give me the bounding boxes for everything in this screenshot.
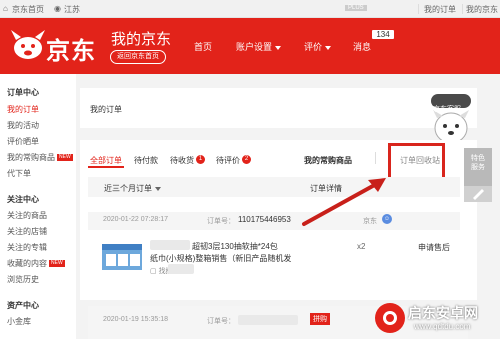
sidebar-item-vault[interactable]: 小金库: [7, 316, 31, 327]
tab-label: 全部订单: [90, 156, 122, 165]
tab-pending-payment[interactable]: 待付款: [134, 155, 158, 166]
nav-messages-label: 消息: [353, 42, 372, 52]
tab-label: 待收货: [170, 156, 194, 165]
orders-header-panel: 我的订单: [80, 88, 477, 128]
nav-home-label: 首页: [194, 42, 213, 52]
sidebar-section-follow: 关注中心: [7, 195, 39, 204]
time-filter-dropdown[interactable]: 近三个月订单: [104, 183, 161, 194]
product-title[interactable]: 超韧3层130抽软抽*24包: [192, 241, 278, 252]
back-home-button[interactable]: 返回京东首页: [110, 50, 166, 64]
active-tab-indicator: [88, 166, 124, 168]
page-title: 我的订单: [90, 105, 122, 114]
tab-pending-receipt[interactable]: 待收货 1: [170, 155, 205, 166]
count-badge: 2: [242, 155, 251, 164]
topbar-home-link[interactable]: 京东首页: [12, 4, 44, 15]
my-jd-title: 我的京东: [111, 31, 172, 48]
sidebar-item-followed-albums[interactable]: 关注的专辑: [7, 242, 47, 253]
nav-reviews[interactable]: 评价: [304, 40, 332, 53]
count-badge: 1: [196, 155, 205, 164]
sidebar-item-proxy-order[interactable]: 代下单: [7, 168, 31, 179]
watermark-logo-icon: [375, 303, 405, 333]
frequent-products-link[interactable]: 我的常购商品: [304, 155, 352, 166]
order-number-label: 订单号：: [207, 218, 235, 225]
sidebar-item-label: 收藏的内容: [7, 259, 47, 268]
nav-home[interactable]: 首页: [194, 40, 212, 53]
feedback-button[interactable]: [464, 186, 492, 202]
sidebar-item-frequent[interactable]: 我的常购商品 NEW: [7, 152, 73, 163]
order-number-label: 订单号：: [207, 318, 235, 325]
home-icon[interactable]: ⌂: [3, 4, 8, 13]
sidebar: 订单中心 我的订单 我的活动 评价晒单 我的常购商品 NEW 代下单 关注中心 关…: [0, 74, 76, 339]
order-number[interactable]: 110175446953: [238, 215, 291, 224]
nav-account-settings[interactable]: 账户设置: [236, 40, 282, 53]
customer-service-label[interactable]: 京东客服: [433, 104, 461, 114]
blurred-text: [168, 264, 194, 274]
chevron-down-icon: [325, 45, 332, 50]
chevron-down-icon: [275, 45, 282, 50]
divider: [418, 4, 419, 14]
sidebar-item-followed-products[interactable]: 关注的商品: [7, 210, 47, 221]
quantity: x2: [357, 242, 366, 251]
sidebar-item-my-orders[interactable]: 我的订单: [7, 104, 39, 115]
order-date: 2020-01-19 15:35:18: [103, 316, 168, 323]
sidebar-item-reviews[interactable]: 评价晒单: [7, 136, 39, 147]
tab-label: 待评价: [216, 156, 240, 165]
plus-badge[interactable]: PLUS: [345, 5, 367, 11]
jd-logo-text[interactable]: 京东: [46, 31, 96, 66]
apply-after-sale-link[interactable]: 申请售后: [418, 242, 450, 253]
time-filter-label: 近三个月订单: [104, 184, 152, 193]
nav-messages[interactable]: 消息: [353, 40, 371, 53]
blurred-text: [238, 315, 298, 325]
tissue-product-image[interactable]: [100, 238, 144, 274]
sidebar-item-collected[interactable]: 收藏的内容 NEW: [7, 258, 65, 269]
top-bar: ⌂ 京东首页 ◉ 江苏 PLUS 我的订单 我的京东: [0, 0, 500, 18]
sidebar-item-followed-shops[interactable]: 关注的店铺: [7, 226, 47, 237]
nav-reviews-label: 评价: [304, 42, 323, 52]
new-badge: NEW: [49, 260, 65, 268]
tab-pending-review[interactable]: 待评价 2: [216, 155, 251, 166]
sidebar-item-my-activity[interactable]: 我的活动: [7, 120, 39, 131]
pencil-icon: [473, 189, 484, 200]
watermark-text: 启东安卓网: [408, 305, 478, 321]
nav-account-label: 账户设置: [236, 42, 273, 52]
divider: [375, 152, 376, 164]
tab-all-orders[interactable]: 全部订单: [90, 155, 122, 166]
link-icon: ▢: [150, 268, 159, 275]
group-buy-badge: 拼购: [310, 313, 330, 325]
topbar-location[interactable]: 江苏: [64, 4, 80, 15]
topbar-my-orders[interactable]: 我的订单: [424, 4, 456, 15]
sidebar-item-label: 我的常购商品: [7, 153, 55, 162]
tab-label: 待付款: [134, 156, 158, 165]
jd-dog-logo-icon[interactable]: [8, 26, 48, 66]
topbar-my-jd[interactable]: 我的京东: [466, 4, 498, 15]
annotation-arrow-icon: [302, 178, 386, 226]
divider: [462, 4, 463, 14]
product-title-line2[interactable]: 纸巾(小规格)整箱销售（新旧产品随机发: [150, 253, 291, 264]
message-count-badge: 134: [371, 29, 395, 40]
watermark-url: www.qdtdu.com: [414, 322, 471, 331]
sidebar-section-assets: 资产中心: [7, 301, 39, 310]
location-icon: ◉: [54, 4, 61, 13]
order-date: 2020-01-22 07:28:17: [103, 216, 168, 223]
special-services-label: 特色服务: [471, 155, 485, 171]
blurred-text: [150, 240, 190, 250]
new-badge: NEW: [57, 154, 73, 162]
sidebar-item-history[interactable]: 浏览历史: [7, 274, 39, 285]
chevron-down-icon: [155, 186, 161, 191]
sidebar-section-orders: 订单中心: [7, 88, 39, 97]
